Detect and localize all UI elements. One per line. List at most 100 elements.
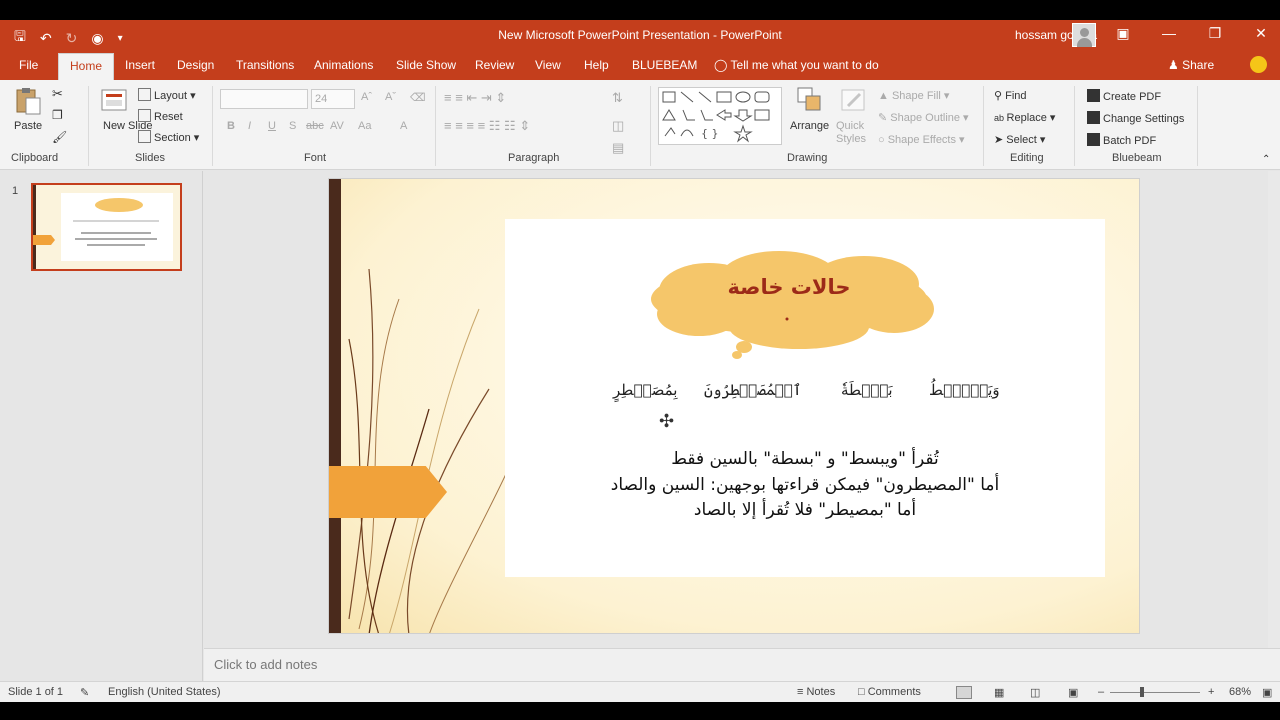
layout-icon — [138, 88, 151, 101]
reading-view-icon[interactable]: ◫ — [1030, 686, 1040, 699]
align-text-icon[interactable]: ◫ — [612, 118, 624, 134]
slide-canvas[interactable]: حالات خاصة وَيَبۡصُۜطُ بَصۜۜطَةٗ ٱلۡمُصَ… — [328, 178, 1140, 634]
character-spacing-icon[interactable]: AV — [330, 120, 344, 132]
ribbon-display-options-icon[interactable]: ▣ — [1112, 25, 1134, 42]
create-pdf-button[interactable]: Create PDF — [1087, 89, 1161, 103]
notes-button[interactable]: ≡ Notes — [797, 686, 835, 698]
separator — [435, 86, 436, 166]
strikethrough-button[interactable]: abc — [306, 120, 324, 132]
find-button[interactable]: ⚲ Find — [994, 89, 1027, 102]
cloud-shape[interactable] — [329, 179, 1140, 634]
tab-transitions[interactable]: Transitions — [236, 58, 294, 72]
select-button[interactable]: ➤ Select ▾ — [994, 133, 1045, 146]
tab-bluebeam[interactable]: BLUEBEAM — [632, 58, 697, 72]
batch-pdf-button[interactable]: Batch PDF — [1087, 133, 1156, 147]
separator — [650, 86, 651, 166]
section-button[interactable]: Section ▾ — [138, 130, 199, 144]
slide-thumbnail[interactable] — [31, 183, 182, 271]
arrange-button[interactable]: Arrange — [790, 120, 829, 132]
shape-effects-button[interactable]: ○ Shape Effects ▾ — [878, 133, 965, 146]
vertical-scrollbar[interactable] — [1268, 171, 1280, 648]
select-label: Select — [1006, 134, 1037, 146]
tell-me-search[interactable]: ◯ Tell me what you want to do — [714, 58, 879, 72]
quran-word-4: بِمُصَيۡطِرٍ — [613, 381, 678, 399]
cut-icon[interactable]: ✂ — [52, 86, 63, 102]
arrange-icon[interactable] — [796, 86, 824, 116]
restore-icon[interactable]: ❐ — [1204, 25, 1226, 42]
font-size-select[interactable]: 24 — [311, 89, 355, 109]
find-icon: ⚲ — [994, 90, 1006, 102]
format-painter-icon[interactable]: 🖌 — [52, 130, 67, 144]
pen-icon: ✎ — [878, 112, 891, 124]
bold-button[interactable]: B — [227, 120, 235, 132]
align-icon[interactable]: ≡ ≡ ≡ ≡ ☷ ☷ ⇕ — [444, 118, 530, 134]
zoom-slider[interactable] — [1110, 692, 1200, 693]
spellcheck-icon[interactable]: ✎ — [80, 686, 89, 699]
shapes-gallery[interactable]: { } — [658, 87, 782, 145]
tab-animations[interactable]: Animations — [314, 58, 373, 72]
tab-design[interactable]: Design — [177, 58, 214, 72]
window-controls: ▣ — ❐ ✕ — [1112, 25, 1272, 42]
zoom-out-button[interactable]: – — [1098, 686, 1104, 698]
normal-view-icon[interactable] — [956, 686, 972, 699]
separator — [212, 86, 213, 166]
underline-button[interactable]: U — [268, 120, 276, 132]
tab-home[interactable]: Home — [58, 53, 115, 80]
reset-button[interactable]: Reset — [138, 109, 183, 123]
zoom-in-button[interactable]: + — [1208, 686, 1214, 698]
bullets-icon[interactable]: ≡ ≡ ⇤ ⇥ ⇕ — [444, 90, 506, 106]
shadow-button[interactable]: S — [289, 120, 296, 132]
new-slide-icon[interactable] — [100, 86, 128, 116]
copy-icon[interactable]: ❐ — [52, 108, 63, 122]
layout-label: Layout — [154, 90, 188, 102]
font-family-select[interactable] — [220, 89, 308, 109]
minimize-icon[interactable]: — — [1158, 25, 1180, 42]
comments-button[interactable]: □ Comments — [858, 686, 921, 698]
layout-button[interactable]: Layout ▾ — [138, 88, 196, 102]
tab-view[interactable]: View — [535, 58, 561, 72]
shape-fill-button[interactable]: ▲ Shape Fill ▾ — [878, 89, 949, 102]
cloud-title: حالات خاصة — [727, 275, 851, 299]
shape-outline-button[interactable]: ✎ Shape Outline ▾ — [878, 111, 969, 124]
zoom-slider-thumb[interactable] — [1140, 687, 1144, 697]
shrink-font-icon[interactable]: Aˇ — [385, 91, 396, 103]
separator — [88, 86, 89, 166]
paste-button[interactable]: Paste — [14, 120, 42, 132]
slide-sorter-icon[interactable]: ▦ — [994, 686, 1004, 699]
quick-styles-button[interactable]: Quick Styles — [836, 120, 876, 146]
close-icon[interactable]: ✕ — [1250, 25, 1272, 42]
comment-icon: □ — [858, 686, 868, 698]
language-indicator[interactable]: English (United States) — [108, 686, 221, 698]
font-color-button[interactable]: A — [400, 120, 407, 132]
share-button[interactable]: ♟ Share — [1168, 58, 1214, 72]
notes-placeholder: Click to add notes — [214, 657, 318, 672]
editing-group-label: Editing — [1010, 152, 1044, 164]
collapse-ribbon-icon[interactable]: ⌃ — [1262, 154, 1270, 165]
italic-button[interactable]: I — [248, 120, 251, 132]
clear-formatting-icon[interactable]: ⌫ — [410, 91, 426, 104]
replace-label: Replace — [1006, 112, 1047, 124]
change-settings-button[interactable]: Change Settings — [1087, 111, 1184, 125]
fit-to-window-icon[interactable]: ▣ — [1262, 686, 1272, 699]
tab-file[interactable]: File — [19, 58, 38, 72]
feedback-smiley-icon[interactable] — [1250, 56, 1267, 73]
avatar[interactable] — [1072, 23, 1096, 47]
rule-line-2: أما "المصيطرون" فيمكن قراءتها بوجهين: ال… — [610, 475, 1000, 495]
smartart-icon[interactable]: ▤ — [612, 140, 624, 156]
tab-help[interactable]: Help — [584, 58, 609, 72]
lightbulb-icon: ◯ — [714, 58, 731, 72]
shapes-gallery-icons: { } — [662, 91, 770, 143]
tab-insert[interactable]: Insert — [125, 58, 155, 72]
replace-button[interactable]: ab Replace ▾ — [994, 111, 1055, 124]
paste-icon[interactable] — [14, 86, 42, 116]
slideshow-view-icon[interactable]: ▣ — [1068, 686, 1078, 699]
rule-line-3: أما "بمصيطر" فلا تُقرأ إلا بالصاد — [693, 500, 917, 520]
notes-pane[interactable]: Click to add notes — [204, 648, 1280, 681]
grow-font-icon[interactable]: Aˆ — [361, 91, 372, 103]
change-case-button[interactable]: Aa — [358, 120, 371, 132]
tab-slide-show[interactable]: Slide Show — [396, 58, 456, 72]
tab-review[interactable]: Review — [475, 58, 514, 72]
text-direction-icon[interactable]: ⇅ — [612, 90, 623, 106]
zoom-level[interactable]: 68% — [1229, 686, 1251, 698]
quick-styles-icon[interactable] — [840, 86, 868, 116]
